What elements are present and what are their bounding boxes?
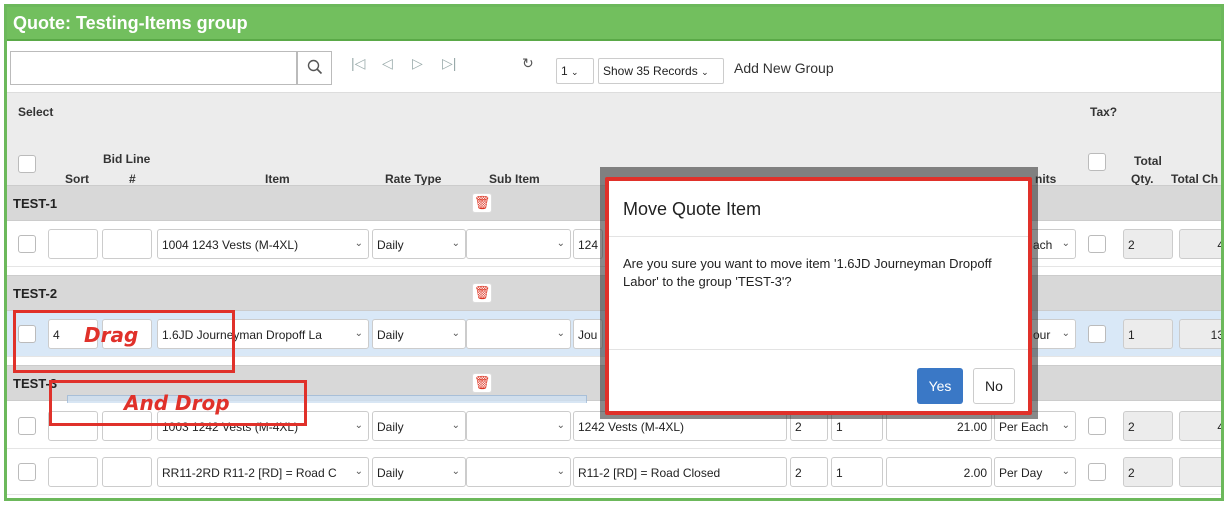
sort-input[interactable] [48,457,98,487]
move-quote-item-dialog: Move Quote Item Are you sure you want to… [605,177,1032,415]
trash-icon: 🗑 [473,375,491,390]
total-qty-field: 2 [1123,411,1173,441]
next-page-icon[interactable]: ▷ [412,55,423,72]
total-charge-header: Total Ch [1171,172,1219,186]
total-qty-field: 2 [1123,229,1173,259]
total-charge-field [1179,457,1221,487]
search-button[interactable] [297,51,332,85]
window-title: Quote: Testing-Items group [7,7,1221,41]
sub-item-select[interactable]: ⌄ [466,229,571,259]
trash-icon: 🗑 [473,195,491,210]
no-button[interactable]: No [973,368,1015,404]
quantity-a-input[interactable]: 2 [790,457,828,487]
total-charge-field: 13 [1179,319,1221,349]
records-select[interactable]: Show 35 Records ⌄ [598,58,724,84]
dialog-title: Move Quote Item [609,181,1028,237]
drag-annotation: Drag [84,323,139,347]
total-charge-field: 4 [1179,229,1221,259]
item-select[interactable]: RR11-2RD R11-2 [RD] = Road C ⌄ [157,457,369,487]
select-header: Select [18,105,54,119]
last-page-icon[interactable]: ▷| [442,55,456,72]
toolbar: |◁ ◁ ▷ ▷| ↻ 1 ⌄ Show 35 Records ⌄ Add Ne… [7,43,1221,93]
quote-window: Quote: Testing-Items group |◁ ◁ ▷ ▷| ↻ 1… [4,4,1224,501]
description-input[interactable]: 124 [573,229,603,259]
delete-group-button[interactable]: 🗑 [472,193,492,213]
row-checkbox[interactable] [18,463,36,481]
description-input[interactable]: R11-2 [RD] = Road Closed [573,457,787,487]
first-page-icon[interactable]: |◁ [351,55,365,72]
add-new-group-link[interactable]: Add New Group [734,60,834,76]
dialog-divider [609,349,1028,350]
group-label: TEST-2 [13,286,58,301]
qty-header: Qty. [1131,172,1154,186]
drop-annotation: And Drop [124,391,230,415]
total-charge-field: 4 [1179,411,1221,441]
tax-checkbox[interactable] [1088,325,1106,343]
row-checkbox[interactable] [18,235,36,253]
quantity-b-input[interactable]: 1 [831,457,883,487]
sort-input[interactable] [48,229,98,259]
refresh-icon[interactable]: ↻ [522,55,534,72]
units-header: nits [1035,172,1057,186]
table-row[interactable]: RR11-2RD R11-2 [RD] = Road C ⌄ Daily ⌄ ⌄ R… [7,449,1221,495]
bid-line-hash: # [129,172,136,186]
sub-item-header: Sub Item [489,172,540,186]
description-input[interactable]: Jou [573,319,603,349]
item-select[interactable]: 1004 1243 Vests (M-4XL) ⌄ [157,229,369,259]
page-select[interactable]: 1 ⌄ [556,58,594,84]
yes-button[interactable]: Yes [917,368,963,404]
total-qty-field: 1 [1123,319,1173,349]
search-icon [307,59,323,78]
tax-checkbox[interactable] [1088,235,1106,253]
sub-item-select[interactable]: ⌄ [466,457,571,487]
item-header: Item [265,172,290,186]
group-label: TEST-1 [13,196,58,211]
row-checkbox[interactable] [18,417,36,435]
rate-type-select[interactable]: Daily ⌄ [372,411,466,441]
sub-item-select[interactable]: ⌄ [466,411,571,441]
rate-type-select[interactable]: Daily ⌄ [372,319,466,349]
tax-all-checkbox[interactable] [1088,153,1106,171]
bid-line-input[interactable] [102,229,152,259]
bid-line-input[interactable] [102,457,152,487]
total-qty-field: 2 [1123,457,1173,487]
delete-group-button[interactable]: 🗑 [472,373,492,393]
select-all-checkbox[interactable] [18,155,36,173]
dialog-message: Are you sure you want to move item '1.6J… [623,256,992,289]
rate-type-header: Rate Type [385,172,442,186]
price-input[interactable]: 2.00 [886,457,992,487]
tax-checkbox[interactable] [1088,417,1106,435]
rate-type-select[interactable]: Daily ⌄ [372,229,466,259]
search-input[interactable] [10,51,297,85]
prev-page-icon[interactable]: ◁ [382,55,393,72]
bid-line-header: Bid Line [103,152,151,166]
rate-type-select[interactable]: Daily ⌄ [372,457,466,487]
total-header: Total [1134,154,1162,168]
tax-checkbox[interactable] [1088,463,1106,481]
delete-group-button[interactable]: 🗑 [472,283,492,303]
trash-icon: 🗑 [473,285,491,300]
tax-header: Tax? [1090,105,1118,119]
sub-item-select[interactable]: ⌄ [466,319,571,349]
units-select[interactable]: Per Day ⌄ [994,457,1076,487]
sort-header: Sort [65,172,89,186]
